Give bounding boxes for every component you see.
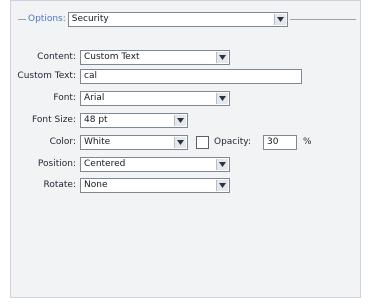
opacity-label: Opacity: xyxy=(214,137,251,147)
custom-text-value: cal xyxy=(84,71,97,81)
content-select[interactable]: Custom Text xyxy=(80,50,230,65)
position-select[interactable]: Centered xyxy=(80,157,230,172)
chevron-down-icon[interactable] xyxy=(174,115,186,126)
font-size-label: Font Size: xyxy=(32,115,76,125)
options-select-value: Security xyxy=(71,13,109,24)
chevron-down-icon[interactable] xyxy=(273,13,286,25)
chevron-down-icon[interactable] xyxy=(174,137,186,148)
font-label: Font: xyxy=(53,93,76,103)
options-legend: Options: Security xyxy=(26,10,290,28)
font-size-select-value: 48 pt xyxy=(84,115,108,125)
options-select[interactable]: Security xyxy=(67,11,288,27)
opacity-input[interactable]: 30 xyxy=(263,135,297,150)
custom-text-input[interactable]: cal xyxy=(80,69,302,84)
rotate-select[interactable]: None xyxy=(80,178,230,193)
color-row: Color: xyxy=(18,135,76,150)
rotate-label: Rotate: xyxy=(43,180,77,190)
content-select-value: Custom Text xyxy=(84,52,140,62)
custom-text-label: Custom Text: xyxy=(17,71,76,81)
custom-text-row: Custom Text: xyxy=(17,69,76,84)
rotate-select-value: None xyxy=(84,180,108,190)
font-size-row: Font Size: xyxy=(18,113,76,128)
color-label: Color: xyxy=(49,137,76,147)
chevron-down-icon[interactable] xyxy=(216,159,228,170)
content-label: Content: xyxy=(37,52,76,62)
position-select-value: Centered xyxy=(84,159,126,169)
color-select[interactable]: White xyxy=(80,135,188,150)
font-select-value: Arial xyxy=(84,93,105,103)
content-row: Content: xyxy=(18,50,76,65)
font-size-select[interactable]: 48 pt xyxy=(80,113,188,128)
chevron-down-icon[interactable] xyxy=(216,93,228,104)
opacity-checkbox[interactable] xyxy=(196,136,209,149)
position-label: Position: xyxy=(37,159,76,169)
position-row: Position: xyxy=(18,157,76,172)
font-select[interactable]: Arial xyxy=(80,91,230,106)
rotate-row: Rotate: xyxy=(18,178,77,193)
opacity-value: 30 xyxy=(267,137,279,147)
font-row: Font: xyxy=(18,91,76,106)
opacity-unit: % xyxy=(303,137,312,147)
color-select-value: White xyxy=(84,137,111,147)
options-label: Options: xyxy=(28,14,66,24)
chevron-down-icon[interactable] xyxy=(216,180,228,191)
chevron-down-icon[interactable] xyxy=(216,52,228,63)
